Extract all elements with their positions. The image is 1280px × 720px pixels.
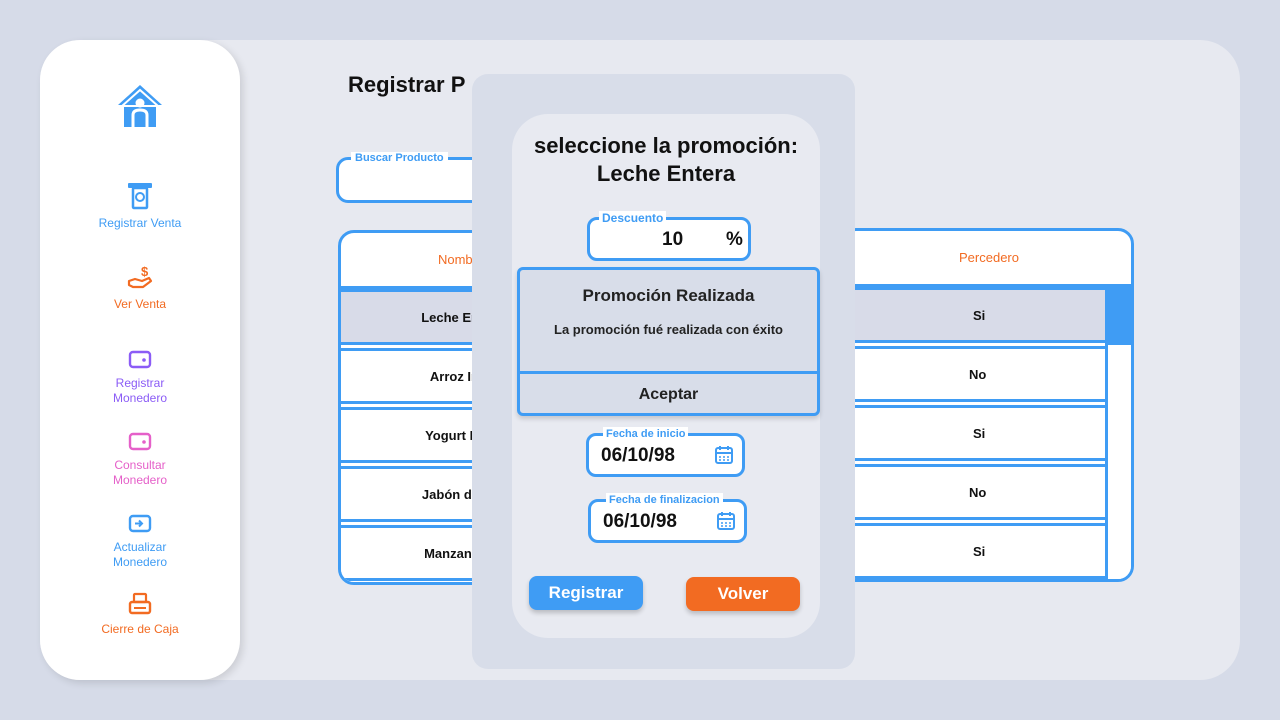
cell-perishable: No — [969, 366, 987, 382]
calendar-icon[interactable] — [716, 511, 736, 531]
modal-title: seleccione la promoción: Leche Entera — [512, 132, 820, 188]
alert-message: La promoción fué realizada con éxito — [554, 322, 783, 337]
start-date-value: 06/10/98 — [601, 445, 675, 466]
sidebar-item-registrar-monedero[interactable]: Registrar Monedero — [40, 348, 240, 406]
end-date-label: Fecha de finalizacion — [606, 493, 723, 507]
cell-name: Manzana — [424, 545, 479, 561]
sidebar-item-cierre-de-caja[interactable]: Cierre de Caja — [40, 592, 240, 637]
table-row[interactable]: Jabón de — [341, 466, 485, 522]
sidebar-item-label: Consultar Monedero — [112, 458, 168, 487]
sidebar-item-label: Registrar Venta — [98, 216, 182, 230]
accept-button[interactable]: Aceptar — [520, 374, 817, 416]
table-row[interactable]: Arroz In — [341, 348, 485, 404]
sidebar: Registrar Venta $ Ver Venta Registrar Mo… — [40, 40, 240, 680]
discount-value: 10 — [662, 229, 684, 250]
page-title: Registrar P — [348, 72, 466, 97]
success-alert: Promoción Realizada La promoción fué rea… — [517, 267, 820, 416]
cell-name: Leche En — [421, 309, 479, 325]
wallet-icon — [128, 350, 152, 369]
wallet-transfer-icon — [128, 514, 152, 533]
register-button[interactable]: Registrar — [529, 576, 643, 610]
calendar-icon[interactable] — [714, 445, 734, 465]
sidebar-item-ver-venta[interactable]: $ Ver Venta — [40, 265, 240, 312]
cash-drawer-icon — [128, 592, 152, 615]
table-row[interactable]: Leche En — [341, 289, 485, 345]
table-row[interactable]: No — [843, 464, 1107, 520]
wallet-icon — [128, 432, 152, 451]
sidebar-item-label: Ver Venta — [113, 297, 167, 311]
table-row[interactable]: Si — [843, 287, 1107, 343]
cell-perishable: No — [969, 484, 987, 500]
sidebar-item-registrar-venta[interactable]: Registrar Venta — [40, 182, 240, 231]
cell-perishable: Si — [973, 307, 986, 323]
cell-perishable: Si — [973, 543, 986, 559]
end-date-field[interactable]: Fecha de finalizacion 06/10/98 — [588, 493, 747, 543]
cell-perishable: Si — [973, 425, 986, 441]
modal-title-line1: seleccione la promoción: — [533, 133, 799, 158]
sidebar-item-label: Registrar Monedero — [112, 376, 168, 405]
table-row[interactable]: Si — [843, 523, 1107, 579]
scrollbar-thumb[interactable] — [1105, 287, 1131, 345]
table-row[interactable]: No — [843, 346, 1107, 402]
cell-name: Jabón de — [421, 486, 479, 502]
sidebar-item-label: Cierre de Caja — [101, 622, 179, 636]
start-date-label: Fecha de inicio — [603, 427, 689, 441]
svg-text:$: $ — [141, 265, 149, 279]
end-date-value: 06/10/98 — [603, 511, 677, 532]
search-label: Buscar Producto — [351, 152, 448, 164]
sidebar-item-consultar-monedero[interactable]: Consultar Monedero — [40, 430, 240, 488]
modal-title-line2: Leche Entera — [596, 161, 736, 186]
alert-title: Promoción Realizada — [582, 286, 755, 305]
products-table-left: Nombr Leche En Arroz In Yogurt N Jabón d… — [338, 230, 488, 585]
discount-label: Descuento — [599, 211, 667, 225]
column-header-nombre[interactable]: Nombr — [341, 233, 485, 289]
home-icon[interactable] — [116, 83, 164, 129]
cash-register-icon — [128, 183, 152, 210]
back-button[interactable]: Volver — [686, 577, 800, 611]
cell-name: Yogurt N — [425, 427, 479, 443]
table-row[interactable]: Manzana — [341, 525, 485, 581]
hand-money-icon: $ — [127, 265, 153, 289]
search-input[interactable]: Buscar Producto — [336, 152, 486, 203]
sidebar-item-actualizar-monedero[interactable]: Actualizar Monedero — [40, 512, 240, 570]
discount-field[interactable]: Descuento 10 % — [587, 211, 751, 261]
column-header-percedero[interactable]: Percedero — [843, 231, 1131, 287]
products-table-right: Percedero Si No Si No Si — [840, 228, 1134, 582]
table-row[interactable]: Yogurt N — [341, 407, 485, 463]
percent-unit: % — [726, 229, 743, 250]
start-date-field[interactable]: Fecha de inicio 06/10/98 — [586, 427, 745, 477]
sidebar-item-label: Actualizar Monedero — [112, 540, 168, 569]
table-row[interactable]: Si — [843, 405, 1107, 461]
